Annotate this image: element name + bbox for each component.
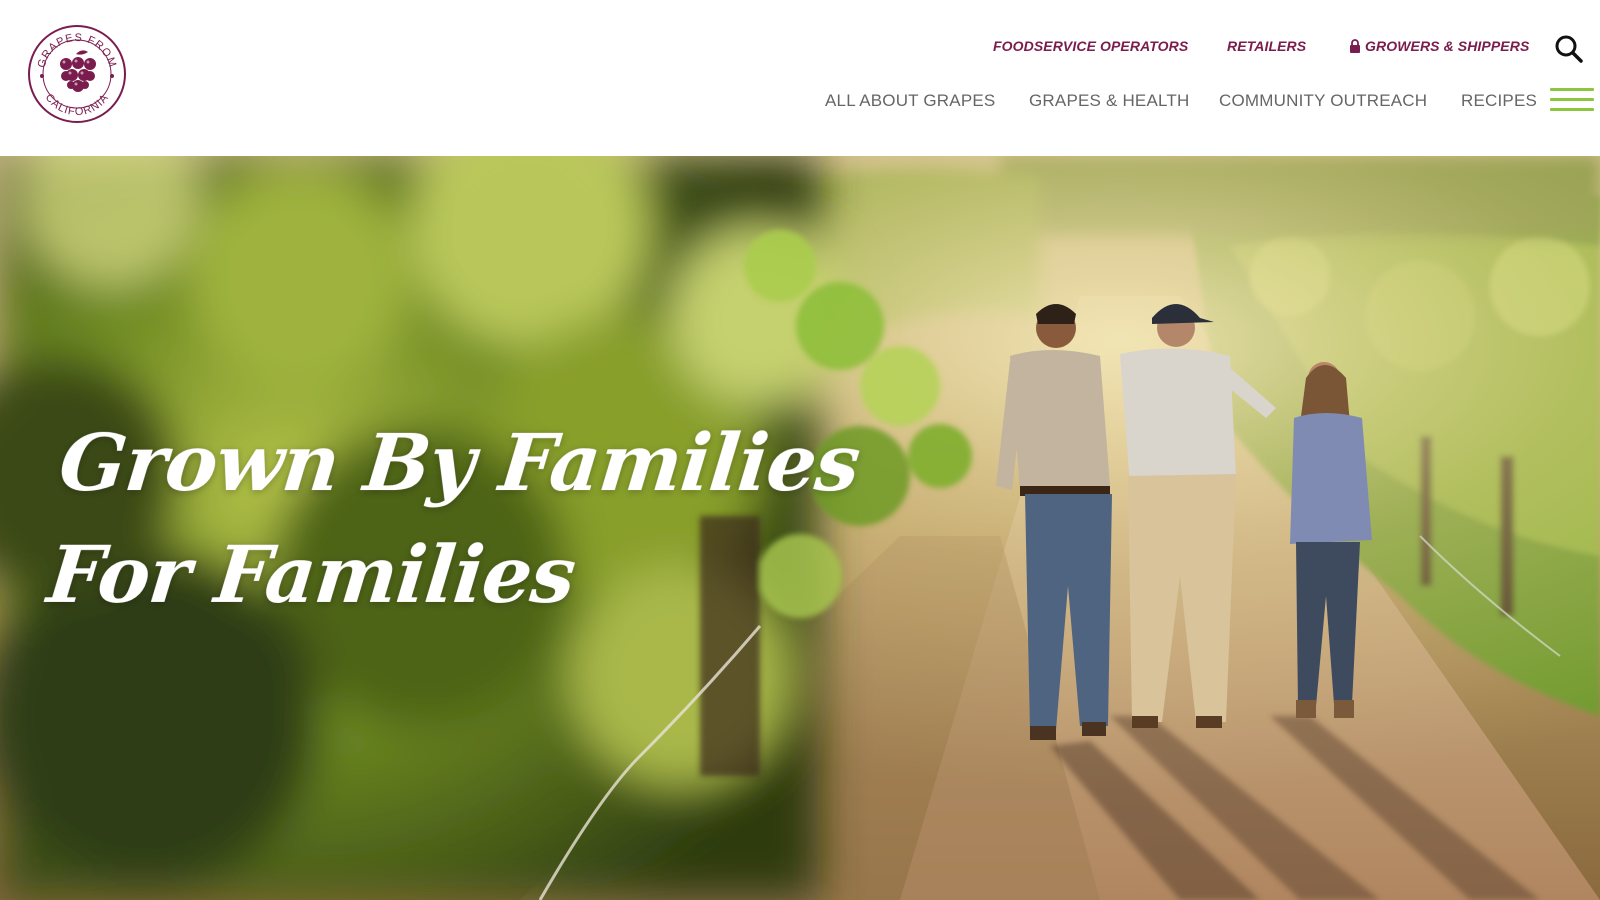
- growers-shippers-label: GROWERS & SHIPPERS: [1365, 38, 1530, 54]
- hamburger-menu-icon[interactable]: [1550, 86, 1594, 114]
- nav-community-outreach[interactable]: COMMUNITY OUTREACH: [1219, 91, 1427, 111]
- growers-shippers-link[interactable]: GROWERS & SHIPPERS: [1349, 38, 1529, 54]
- hero-title-line-2: For Families: [43, 530, 579, 622]
- site-header: GRAPES FROM CALIFORNIA FOODSERVICE OPERA…: [0, 0, 1600, 156]
- menu-bar: [1550, 108, 1594, 111]
- hero-title: Grown By Families For Families: [42, 408, 864, 632]
- hero-section: Grown By Families For Families: [0, 156, 1600, 900]
- lock-icon: [1349, 39, 1361, 53]
- main-nav: ALL ABOUT GRAPES GRAPES & HEALTH COMMUNI…: [0, 91, 1600, 115]
- utility-nav: FOODSERVICE OPERATORS RETAILERS GROWERS …: [0, 38, 1600, 58]
- nav-grapes-health[interactable]: GRAPES & HEALTH: [1029, 91, 1189, 111]
- nav-recipes[interactable]: RECIPES: [1461, 91, 1537, 111]
- menu-bar: [1550, 88, 1594, 91]
- menu-bar: [1550, 98, 1594, 101]
- foodservice-operators-link[interactable]: FOODSERVICE OPERATORS: [993, 38, 1188, 54]
- search-button[interactable]: [1554, 34, 1584, 64]
- search-icon: [1555, 35, 1583, 63]
- retailers-link[interactable]: RETAILERS: [1227, 38, 1306, 54]
- hero-title-line-1: Grown By Families: [55, 418, 864, 510]
- nav-all-about-grapes[interactable]: ALL ABOUT GRAPES: [825, 91, 995, 111]
